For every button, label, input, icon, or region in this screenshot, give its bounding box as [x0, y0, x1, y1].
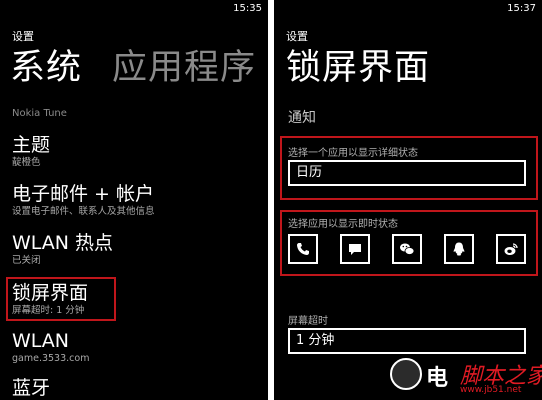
- qq-icon: [453, 242, 465, 256]
- settings-item-title: 锁屏界面: [12, 282, 89, 304]
- settings-item-subtitle: 屏幕超时: 1 分钟: [12, 305, 85, 316]
- settings-item-wlan[interactable]: WLAN game.3533.com: [12, 329, 262, 365]
- settings-item-bluetooth[interactable]: 蓝牙: [12, 376, 262, 400]
- quick-status-slot-qq[interactable]: [444, 234, 474, 264]
- settings-item-title: WLAN 热点: [12, 232, 114, 254]
- settings-item-title: WLAN: [12, 330, 70, 352]
- quick-status-slot-weibo[interactable]: [496, 234, 526, 264]
- watermark-url: www.jb51.net: [460, 385, 522, 395]
- status-time: 15:35: [233, 3, 262, 14]
- quick-status-slot-messaging[interactable]: [340, 234, 370, 264]
- watermark: 电 脚本之家 www.jb51.net: [390, 358, 542, 400]
- settings-item-title: 电子邮件 + 帐户: [12, 183, 154, 205]
- settings-item-lockscreen[interactable]: 锁屏界面 屏幕超时: 1 分钟: [12, 281, 262, 317]
- left-phone-screen: 15:35 设置 系统 应用程序 Nokia Tune 主题 靛橙色 电子邮件 …: [0, 0, 268, 400]
- pivot-applications[interactable]: 应用程序: [112, 46, 256, 90]
- settings-item-subtitle: 设置电子邮件、联系人及其他信息: [12, 206, 155, 217]
- status-time: 15:37: [507, 3, 536, 14]
- ringtone-label: Nokia Tune: [12, 108, 67, 119]
- wechat-icon: [400, 243, 415, 255]
- right-phone-screen: 15:37 设置 锁屏界面 通知 选择一个应用以显示详细状态 日历 选择应用以显…: [274, 0, 542, 400]
- detail-status-label: 选择一个应用以显示详细状态: [288, 148, 418, 159]
- quick-status-slot-wechat[interactable]: [392, 234, 422, 264]
- settings-item-subtitle: 靛橙色: [12, 157, 41, 168]
- quick-status-slot-phone[interactable]: [288, 234, 318, 264]
- page-title: 锁屏界面: [286, 48, 431, 88]
- pivot-system[interactable]: 系统: [10, 46, 82, 90]
- weibo-icon: [504, 243, 518, 255]
- settings-item-subtitle: game.3533.com: [12, 353, 90, 364]
- settings-item-title: 主题: [12, 134, 51, 156]
- settings-item-email-accounts[interactable]: 电子邮件 + 帐户 设置电子邮件、联系人及其他信息: [12, 182, 262, 218]
- app-title: 设置: [286, 30, 308, 43]
- app-title: 设置: [12, 30, 34, 43]
- settings-item-subtitle: 已关闭: [12, 255, 41, 266]
- quick-status-label: 选择应用以显示即时状态: [288, 219, 398, 230]
- settings-item-title: 蓝牙: [12, 377, 51, 399]
- screen-timeout-select[interactable]: 1 分钟: [288, 328, 526, 354]
- settings-item-wlan-hotspot[interactable]: WLAN 热点 已关闭: [12, 231, 262, 267]
- message-icon: [349, 244, 361, 255]
- notifications-heading: 通知: [288, 110, 316, 126]
- phone-icon: [297, 243, 309, 255]
- screen-timeout-label: 屏幕超时: [288, 316, 328, 327]
- settings-item-theme[interactable]: 主题 靛橙色: [12, 133, 262, 169]
- watermark-logo-icon: [390, 358, 422, 390]
- detail-status-select[interactable]: 日历: [288, 160, 526, 186]
- watermark-brand: 电: [426, 366, 448, 391]
